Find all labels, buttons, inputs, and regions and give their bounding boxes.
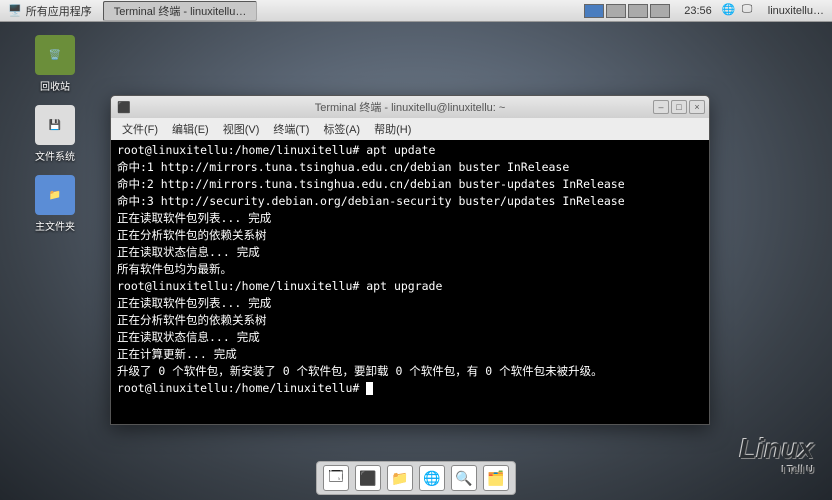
menubar: 文件(F) 编辑(E) 视图(V) 终端(T) 标签(A) 帮助(H) [111,118,709,140]
taskbar-label: Terminal 终端 - linuxitellu… [114,6,247,18]
menu-file[interactable]: 文件(F) [115,119,165,139]
dock-file-manager[interactable]: 📁 [387,465,413,491]
maximize-button[interactable]: □ [671,100,687,114]
desktop-home[interactable]: 📁 主文件夹 [25,175,85,233]
window-app-icon: ⬛ [111,101,131,114]
trash-label: 回收站 [25,78,85,93]
dock-terminal[interactable]: ⬛ [355,465,381,491]
terminal-window: ⬛ Terminal 终端 - linuxitellu@linuxitellu:… [110,95,710,425]
menu-terminal[interactable]: 终端(T) [266,119,316,139]
workspace-3[interactable] [628,4,648,18]
menu-edit[interactable]: 编辑(E) [165,119,216,139]
terminal-line: 命中:2 http://mirrors.tuna.tsinghua.edu.cn… [117,176,703,193]
applications-menu[interactable]: 🖥️ 所有应用程序 [0,0,100,21]
dock-app-finder[interactable]: 🔍 [451,465,477,491]
disk-icon: 💾 [35,105,75,145]
window-title: Terminal 终端 - linuxitellu@linuxitellu: ~ [111,99,709,115]
dock-show-desktop[interactable]: 🗔 [323,465,349,491]
workspace-1[interactable] [584,4,604,18]
menu-tabs[interactable]: 标签(A) [316,119,367,139]
watermark-line2: I Tell U [739,465,814,476]
terminal-line: 正在读取状态信息... 完成 [117,329,703,346]
close-button[interactable]: × [689,100,705,114]
terminal-line: 正在计算更新... 完成 [117,346,703,363]
filesystem-label: 文件系统 [25,148,85,163]
network-tray-icon[interactable]: 🌐 [722,3,738,19]
minimize-button[interactable]: – [653,100,669,114]
home-label: 主文件夹 [25,218,85,233]
dock: 🗔 ⬛ 📁 🌐 🔍 🗂️ [316,461,516,495]
terminal-line: 正在分析软件包的依赖关系树 [117,227,703,244]
taskbar-terminal[interactable]: Terminal 终端 - linuxitellu… [103,1,258,21]
trash-icon: 🗑️ [35,35,75,75]
terminal-cursor [366,382,373,395]
terminal-line: 命中:3 http://security.debian.org/debian-s… [117,193,703,210]
workspace-2[interactable] [606,4,626,18]
desktop-trash[interactable]: 🗑️ 回收站 [25,35,85,93]
watermark-line1: Linux [739,433,814,464]
terminal-line: root@linuxitellu:/home/linuxitellu# apt … [117,142,703,159]
dock-web-browser[interactable]: 🌐 [419,465,445,491]
clock[interactable]: 23:56 [676,5,720,17]
user-menu[interactable]: linuxitellu… [760,0,832,21]
terminal-line: 所有软件包均为最新。 [117,261,703,278]
terminal-line: root@linuxitellu:/home/linuxitellu# [117,380,703,397]
terminal-line: 正在读取软件包列表... 完成 [117,295,703,312]
menu-view[interactable]: 视图(V) [216,119,267,139]
app-menu-label: 所有应用程序 [26,3,92,19]
menu-help[interactable]: 帮助(H) [367,119,418,139]
terminal-line: 升级了 0 个软件包，新安装了 0 个软件包，要卸载 0 个软件包，有 0 个软… [117,363,703,380]
top-panel: 🖥️ 所有应用程序 Terminal 终端 - linuxitellu… 23:… [0,0,832,22]
folder-icon: 📁 [35,175,75,215]
app-menu-icon: 🖥️ [8,4,22,17]
terminal-line: 正在读取软件包列表... 完成 [117,210,703,227]
workspace-4[interactable] [650,4,670,18]
terminal-line: 命中:1 http://mirrors.tuna.tsinghua.edu.cn… [117,159,703,176]
user-label: linuxitellu… [768,5,824,17]
terminal-body[interactable]: root@linuxitellu:/home/linuxitellu# apt … [111,140,709,424]
window-titlebar[interactable]: ⬛ Terminal 终端 - linuxitellu@linuxitellu:… [111,96,709,118]
terminal-line: root@linuxitellu:/home/linuxitellu# apt … [117,278,703,295]
terminal-line: 正在读取状态信息... 完成 [117,244,703,261]
terminal-line: 正在分析软件包的依赖关系树 [117,312,703,329]
workspace-switcher[interactable] [578,4,676,18]
dock-directory[interactable]: 🗂️ [483,465,509,491]
desktop-filesystem[interactable]: 💾 文件系统 [25,105,85,163]
wallpaper-watermark: Linux I Tell U [739,433,814,476]
display-tray-icon[interactable]: 🖵 [742,3,758,19]
